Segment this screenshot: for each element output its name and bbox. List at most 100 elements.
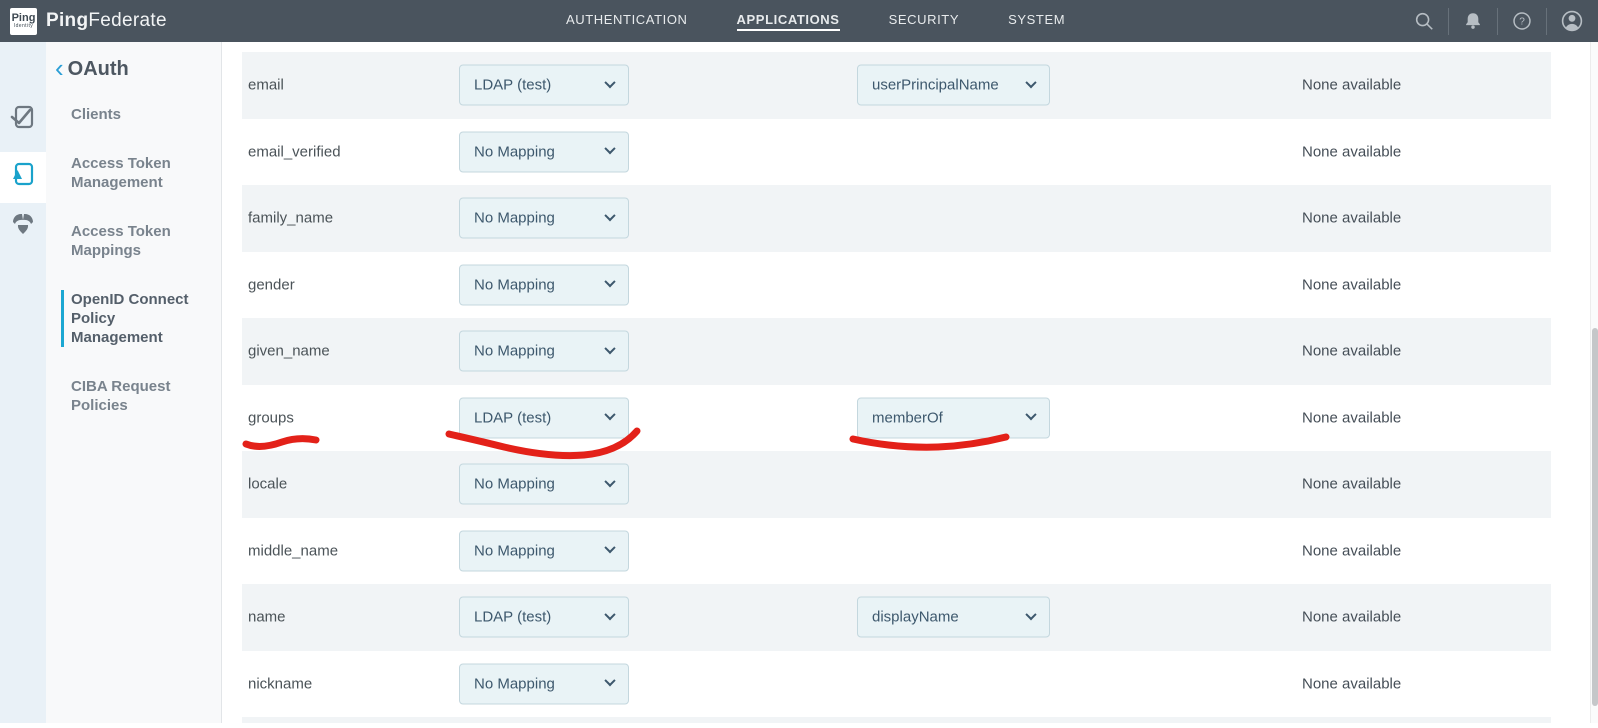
actions-text: None available	[1302, 276, 1401, 293]
app-title: PingFederate	[46, 10, 167, 32]
source-dropdown-value: No Mapping	[474, 675, 555, 692]
sidebar-item-clients[interactable]: Clients	[71, 105, 205, 124]
source-dropdown[interactable]: No Mapping	[459, 530, 629, 571]
module-icon-rail	[0, 42, 46, 723]
vertical-scrollbar[interactable]	[1590, 42, 1598, 723]
source-dropdown-value: No Mapping	[474, 476, 555, 493]
actions-text: None available	[1302, 343, 1401, 360]
source-dropdown-value: No Mapping	[474, 143, 555, 160]
actions-text: None available	[1302, 542, 1401, 559]
oauth-sidebar: ‹ OAuth Clients Access Token Management …	[46, 42, 222, 723]
source-dropdown[interactable]: No Mapping	[459, 264, 629, 305]
table-row: nickname No Mapping None available	[242, 651, 1551, 718]
nav-applications[interactable]: APPLICATIONS	[737, 12, 840, 31]
logo-text-2: Identity	[14, 24, 33, 29]
attribute-name: email_verified	[248, 143, 341, 160]
source-dropdown-value: No Mapping	[474, 210, 555, 227]
source-dropdown-value: No Mapping	[474, 276, 555, 293]
scrollbar-thumb[interactable]	[1592, 328, 1598, 706]
app-header: Ping Identity PingFederate AUTHENTICATIO…	[0, 0, 1598, 42]
chevron-down-icon	[604, 675, 615, 686]
actions-text: None available	[1302, 409, 1401, 426]
attribute-name: email	[248, 77, 284, 94]
top-navigation: AUTHENTICATION APPLICATIONS SECURITY SYS…	[566, 0, 1065, 42]
actions-text: None available	[1302, 675, 1401, 692]
source-dropdown[interactable]: No Mapping	[459, 198, 629, 239]
token-management-module-icon[interactable]	[10, 161, 36, 187]
main-area: ‹ OAuth Clients Access Token Management …	[0, 42, 1598, 723]
chevron-down-icon	[604, 476, 615, 487]
source-dropdown[interactable]: LDAP (test)	[459, 597, 629, 638]
attribute-name: nickname	[248, 675, 312, 692]
value-dropdown-value: userPrincipalName	[872, 77, 999, 94]
chevron-down-icon	[604, 542, 615, 553]
attribute-name: groups	[248, 409, 294, 426]
attribute-name: given_name	[248, 343, 330, 360]
attribute-name: name	[248, 609, 286, 626]
value-dropdown-value: displayName	[872, 609, 959, 626]
actions-text: None available	[1302, 609, 1401, 626]
attribute-rows: email LDAP (test) userPrincipalName None…	[222, 52, 1598, 717]
app-title-bold: Ping	[46, 10, 88, 31]
table-row: gender No Mapping None available	[242, 252, 1551, 319]
sidebar-item-ciba-request-policies[interactable]: CIBA Request Policies	[71, 377, 205, 415]
attribute-name: locale	[248, 476, 287, 493]
table-row: email_verified No Mapping None available	[242, 119, 1551, 186]
chevron-down-icon	[604, 143, 615, 154]
table-row: family_name No Mapping None available	[242, 185, 1551, 252]
value-dropdown[interactable]: userPrincipalName	[857, 65, 1050, 106]
source-dropdown-value: LDAP (test)	[474, 409, 551, 426]
table-row-partial	[242, 717, 1551, 723]
sidebar-header: ‹ OAuth	[55, 58, 221, 81]
nav-security[interactable]: SECURITY	[889, 12, 960, 31]
chevron-down-icon	[604, 609, 615, 620]
source-dropdown[interactable]: LDAP (test)	[459, 65, 629, 106]
attribute-mapping-table: email LDAP (test) userPrincipalName None…	[222, 42, 1598, 723]
divider	[1497, 8, 1498, 35]
notifications-icon[interactable]	[1462, 10, 1484, 32]
clients-module-icon[interactable]	[10, 104, 36, 130]
oauth-module-icon[interactable]	[10, 211, 36, 237]
chevron-down-icon	[604, 77, 615, 88]
source-dropdown[interactable]: No Mapping	[459, 131, 629, 172]
divider	[1448, 8, 1449, 35]
nav-authentication[interactable]: AUTHENTICATION	[566, 12, 688, 31]
actions-text: None available	[1302, 143, 1401, 160]
chevron-down-icon	[1025, 609, 1036, 620]
account-icon[interactable]	[1560, 9, 1584, 33]
attribute-name: gender	[248, 276, 295, 293]
value-dropdown[interactable]: displayName	[857, 597, 1050, 638]
sidebar-item-openid-connect-policy-management[interactable]: OpenID Connect Policy Management	[61, 290, 195, 347]
actions-text: None available	[1302, 210, 1401, 227]
source-dropdown-value: LDAP (test)	[474, 609, 551, 626]
nav-system[interactable]: SYSTEM	[1008, 12, 1065, 31]
table-row: given_name No Mapping None available	[242, 318, 1551, 385]
source-dropdown-value: LDAP (test)	[474, 77, 551, 94]
value-dropdown[interactable]: memberOf	[857, 397, 1050, 438]
ping-identity-logo: Ping Identity	[10, 8, 37, 35]
value-dropdown-value: memberOf	[872, 409, 943, 426]
source-dropdown[interactable]: No Mapping	[459, 663, 629, 704]
chevron-down-icon	[1025, 409, 1036, 420]
help-icon[interactable]: ?	[1511, 10, 1533, 32]
sidebar-items: Clients Access Token Management Access T…	[46, 105, 221, 415]
sidebar-item-access-token-mappings[interactable]: Access Token Mappings	[71, 222, 205, 260]
table-row: name LDAP (test) displayName None availa…	[242, 584, 1551, 651]
back-chevron-icon[interactable]: ‹	[55, 58, 68, 81]
attribute-name: middle_name	[248, 542, 338, 559]
chevron-down-icon	[1025, 77, 1036, 88]
header-actions: ?	[1413, 0, 1584, 42]
source-dropdown[interactable]: No Mapping	[459, 331, 629, 372]
source-dropdown[interactable]: LDAP (test)	[459, 397, 629, 438]
divider	[1546, 8, 1547, 35]
chevron-down-icon	[604, 210, 615, 221]
table-row: groups LDAP (test) memberOf None availab…	[242, 385, 1551, 452]
chevron-down-icon	[604, 343, 615, 354]
table-row: email LDAP (test) userPrincipalName None…	[242, 52, 1551, 119]
actions-text: None available	[1302, 77, 1401, 94]
source-dropdown[interactable]: No Mapping	[459, 464, 629, 505]
sidebar-item-access-token-management[interactable]: Access Token Management	[71, 154, 205, 192]
table-row: middle_name No Mapping None available	[242, 518, 1551, 585]
svg-text:?: ?	[1519, 17, 1525, 28]
search-icon[interactable]	[1413, 10, 1435, 32]
